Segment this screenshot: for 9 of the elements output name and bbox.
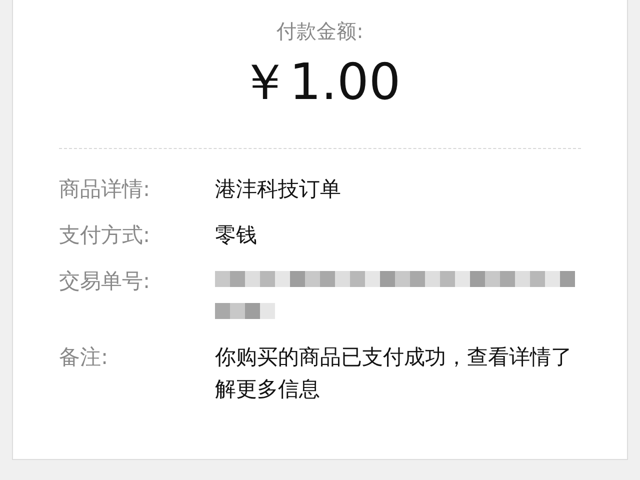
detail-value: 港沣科技订单 (215, 176, 342, 203)
detail-label: 商品详情: (59, 176, 152, 203)
detail-value: 零钱 (215, 222, 258, 249)
payment-amount: ￥1.00 (238, 52, 402, 113)
amount-title: 付款金额: (276, 18, 364, 45)
detail-label: 备注: (59, 344, 110, 371)
detail-label: 交易单号: (59, 268, 152, 295)
detail-label: 支付方式: (59, 222, 152, 249)
detail-value: 你购买的商品已支付成功，查看详情了解更多信息 (215, 344, 573, 403)
